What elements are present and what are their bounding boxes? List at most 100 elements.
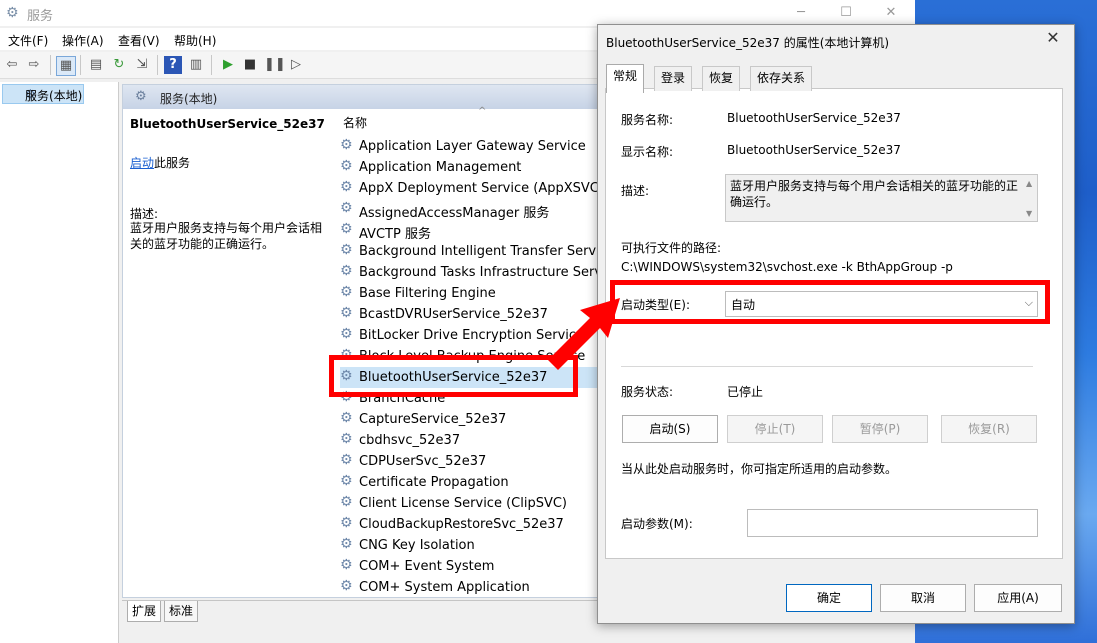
properties-sheet-icon[interactable]: ▤ (87, 56, 105, 74)
resume-button[interactable]: 恢复(R) (941, 415, 1037, 443)
service-row[interactable]: ⚙ Background Intelligent Transfer Service (340, 241, 598, 262)
tab-dependencies[interactable]: 依存关系 (750, 66, 813, 91)
service-row[interactable]: ⚙ CNG Key Isolation (340, 535, 598, 556)
service-row[interactable]: ⚙ Client License Service (ClipSVC) (340, 493, 598, 514)
service-row[interactable]: ⚙ AssignedAccessManager 服务 (340, 199, 598, 220)
service-row[interactable]: ⚙ COM+ System Application (340, 577, 598, 598)
service-name: CaptureService_52e37 (359, 412, 507, 427)
service-name: Application Management (359, 160, 522, 175)
scroll-down-icon[interactable]: ▼ (1026, 209, 1032, 218)
service-gear-icon: ⚙ (340, 494, 353, 510)
service-row[interactable]: ⚙ AVCTP 服务 (340, 220, 598, 241)
service-gear-icon: ⚙ (340, 536, 353, 552)
service-name: Base Filtering Engine (359, 286, 496, 301)
service-row[interactable]: ⚙ Background Tasks Infrastructure Service (340, 262, 598, 283)
tab-extended[interactable]: 扩展 (127, 601, 162, 622)
console-tree-icon[interactable]: ▦ (56, 56, 76, 76)
annotation-arrow (548, 298, 620, 370)
refresh-icon[interactable]: ↻ (110, 56, 128, 74)
service-row[interactable]: ⚙ cbdhsvc_52e37 (340, 430, 598, 451)
tab-general[interactable]: 常规 (606, 64, 645, 93)
menu-help[interactable]: 帮助(H) (174, 32, 216, 49)
show-hide-pane-icon[interactable]: ▥ (187, 56, 205, 74)
pause-button[interactable]: 暂停(P) (832, 415, 928, 443)
ok-button[interactable]: 确定 (786, 584, 872, 612)
display-name-label: 显示名称: (621, 145, 674, 159)
service-row[interactable]: ⚙ Application Layer Gateway Service (340, 136, 598, 157)
start-params-input[interactable] (747, 509, 1038, 537)
dialog-close-icon[interactable]: ✕ (1043, 28, 1063, 48)
menu-view[interactable]: 查看(V) (118, 32, 160, 49)
start-params-label: 启动参数(M): (621, 517, 693, 531)
start-service-link-suffix: 此服务 (154, 156, 191, 170)
service-row[interactable]: ⚙ Certificate Propagation (340, 472, 598, 493)
service-name: Client License Service (ClipSVC) (359, 496, 568, 511)
service-name: AVCTP 服务 (359, 227, 431, 241)
service-row[interactable]: ⚙ CaptureService_52e37 (340, 409, 598, 430)
minimize-button[interactable]: ─ (778, 0, 824, 26)
executable-path-value: C:\WINDOWS\system32\svchost.exe -k BthAp… (621, 260, 953, 274)
start-button[interactable]: 启动(S) (622, 415, 718, 443)
service-name-value: BluetoothUserService_52e37 (727, 111, 901, 125)
close-button[interactable]: ✕ (868, 0, 914, 26)
service-row[interactable]: ⚙ CDPUserSvc_52e37 (340, 451, 598, 472)
export-list-icon[interactable]: ⇲ (133, 56, 151, 74)
service-gear-icon: ⚙ (340, 263, 353, 279)
service-gear-icon: ⚙ (340, 305, 353, 321)
service-gear-icon: ⚙ (340, 326, 353, 342)
service-gear-icon: ⚙ (340, 137, 353, 153)
toolbar-separator (80, 55, 81, 75)
description-box[interactable]: 蓝牙用户服务支持与每个用户会话相关的蓝牙功能的正确运行。 ▲ ▼ (725, 174, 1038, 222)
menu-file[interactable]: 文件(F) (8, 32, 48, 49)
dialog-description-text: 蓝牙用户服务支持与每个用户会话相关的蓝牙功能的正确运行。 (730, 179, 1019, 209)
tab-logon[interactable]: 登录 (654, 66, 693, 91)
menu-action[interactable]: 操作(A) (62, 32, 104, 49)
description-scrollbar[interactable]: ▲ ▼ (1023, 175, 1037, 221)
description-text: 蓝牙用户服务支持与每个用户会话相关的蓝牙功能的正确运行。 (130, 221, 323, 251)
service-row[interactable]: ⚙ CloudBackupRestoreSvc_52e37 (340, 514, 598, 535)
service-gear-icon: ⚙ (340, 410, 353, 426)
back-arrow-icon[interactable]: ⇦ (3, 56, 21, 74)
console-tree (0, 82, 119, 643)
service-name: CloudBackupRestoreSvc_52e37 (359, 517, 564, 532)
service-name: cbdhsvc_52e37 (359, 433, 461, 448)
tab-standard[interactable]: 标准 (164, 601, 199, 622)
selected-service-title: BluetoothUserService_52e37 (130, 117, 325, 131)
services-gear-icon: ⚙ (6, 5, 19, 21)
forward-arrow-icon[interactable]: ⇨ (25, 56, 43, 74)
service-name: Certificate Propagation (359, 475, 509, 490)
service-row[interactable]: ⚙ Application Management (340, 157, 598, 178)
executable-path-label: 可执行文件的路径: (621, 241, 722, 255)
start-service-link[interactable]: 启动 (130, 154, 154, 171)
service-gear-icon: ⚙ (340, 242, 353, 258)
service-gear-icon: ⚙ (340, 179, 353, 195)
scroll-up-icon[interactable]: ▲ (1026, 179, 1032, 188)
service-name: COM+ Event System (359, 559, 495, 574)
service-row[interactable]: ⚙ AppX Deployment Service (AppXSVC) (340, 178, 598, 199)
help-icon[interactable]: ? (164, 56, 182, 74)
service-name: Background Intelligent Transfer Service (359, 244, 598, 259)
column-header-name[interactable]: 名称 (343, 114, 367, 131)
apply-button[interactable]: 应用(A) (974, 584, 1062, 612)
toolbar-separator (50, 55, 51, 75)
service-name: Application Layer Gateway Service (359, 139, 586, 154)
separator-line (621, 366, 1033, 367)
panel-header: ⚙ 服务(本地) (123, 85, 597, 109)
stop-service-icon[interactable]: ■ (241, 56, 259, 74)
service-name: BcastDVRUserService_52e37 (359, 307, 548, 322)
service-gear-icon: ⚙ (340, 221, 353, 237)
tab-recovery[interactable]: 恢复 (702, 66, 741, 91)
service-gear-icon: ⚙ (340, 431, 353, 447)
pause-service-icon[interactable]: ❚❚ (264, 56, 286, 74)
panel-header-title: 服务(本地) (160, 92, 218, 106)
maximize-button[interactable]: ☐ (823, 0, 869, 26)
service-row[interactable]: ⚙ COM+ Event System (340, 556, 598, 577)
start-params-hint: 当从此处启动服务时，你可指定所适用的启动参数。 (621, 462, 898, 476)
cancel-button[interactable]: 取消 (880, 584, 966, 612)
tree-item-services-local[interactable]: ⚙ 服务(本地) (2, 84, 84, 104)
dialog-title: BluetoothUserService_52e37 的属性(本地计算机) (606, 36, 890, 50)
stop-button[interactable]: 停止(T) (727, 415, 823, 443)
service-status-value: 已停止 (727, 385, 764, 399)
start-service-icon[interactable]: ▶ (219, 56, 237, 74)
restart-service-icon[interactable]: ▷ (287, 56, 305, 74)
